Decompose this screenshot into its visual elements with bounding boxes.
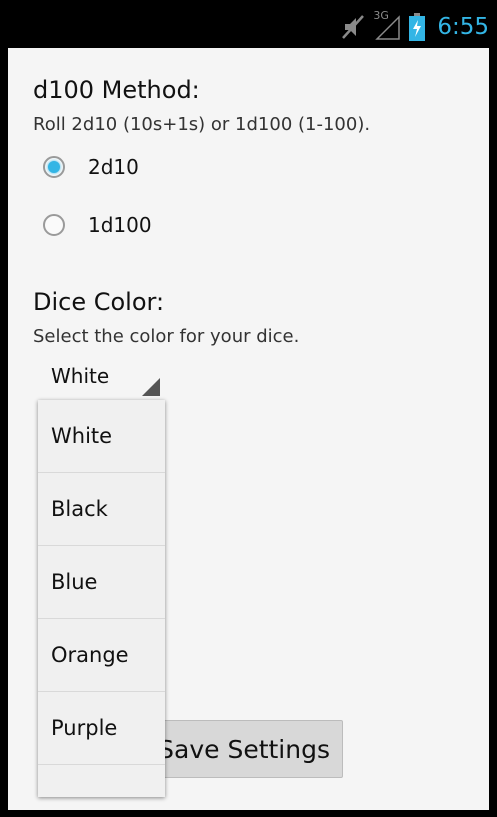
radio-button-checked[interactable] [43,156,65,178]
settings-screen: d100 Method: Roll 2d10 (10s+1s) or 1d100… [8,48,489,810]
spinner-arrow-icon [142,378,160,396]
dice-color-spinner[interactable]: White [38,356,160,396]
radio-option-1d100[interactable]: 1d100 [43,207,152,243]
dropdown-item-purple[interactable]: Purple [38,692,165,765]
bezel-bottom [0,810,497,817]
dice-color-dropdown: White Black Blue Orange Purple [38,400,165,797]
spinner-selected-value: White [51,364,110,388]
battery-charging-icon [409,13,426,41]
status-bar: 3G 6:55 [0,0,497,48]
dropdown-item-black[interactable]: Black [38,473,165,546]
save-settings-button[interactable]: Save Settings [144,720,343,778]
d100-method-title: d100 Method: [33,76,200,104]
clock: 6:55 [437,14,489,40]
signal-icon: 3G [373,9,401,41]
d100-method-summary: Roll 2d10 (10s+1s) or 1d100 (1-100). [33,114,371,135]
mute-icon [342,15,365,39]
dropdown-item-orange[interactable]: Orange [38,619,165,692]
radio-label-1d100: 1d100 [88,213,152,237]
radio-button-unchecked[interactable] [43,214,65,236]
dice-color-summary: Select the color for your dice. [33,326,300,347]
dropdown-item-white[interactable]: White [38,400,165,473]
dice-color-title: Dice Color: [33,288,165,316]
dropdown-item-blue[interactable]: Blue [38,546,165,619]
radio-label-2d10: 2d10 [88,155,139,179]
dropdown-item-partial[interactable] [38,765,165,797]
status-icons: 3G 6:55 [341,9,489,42]
radio-option-2d10[interactable]: 2d10 [43,149,139,185]
